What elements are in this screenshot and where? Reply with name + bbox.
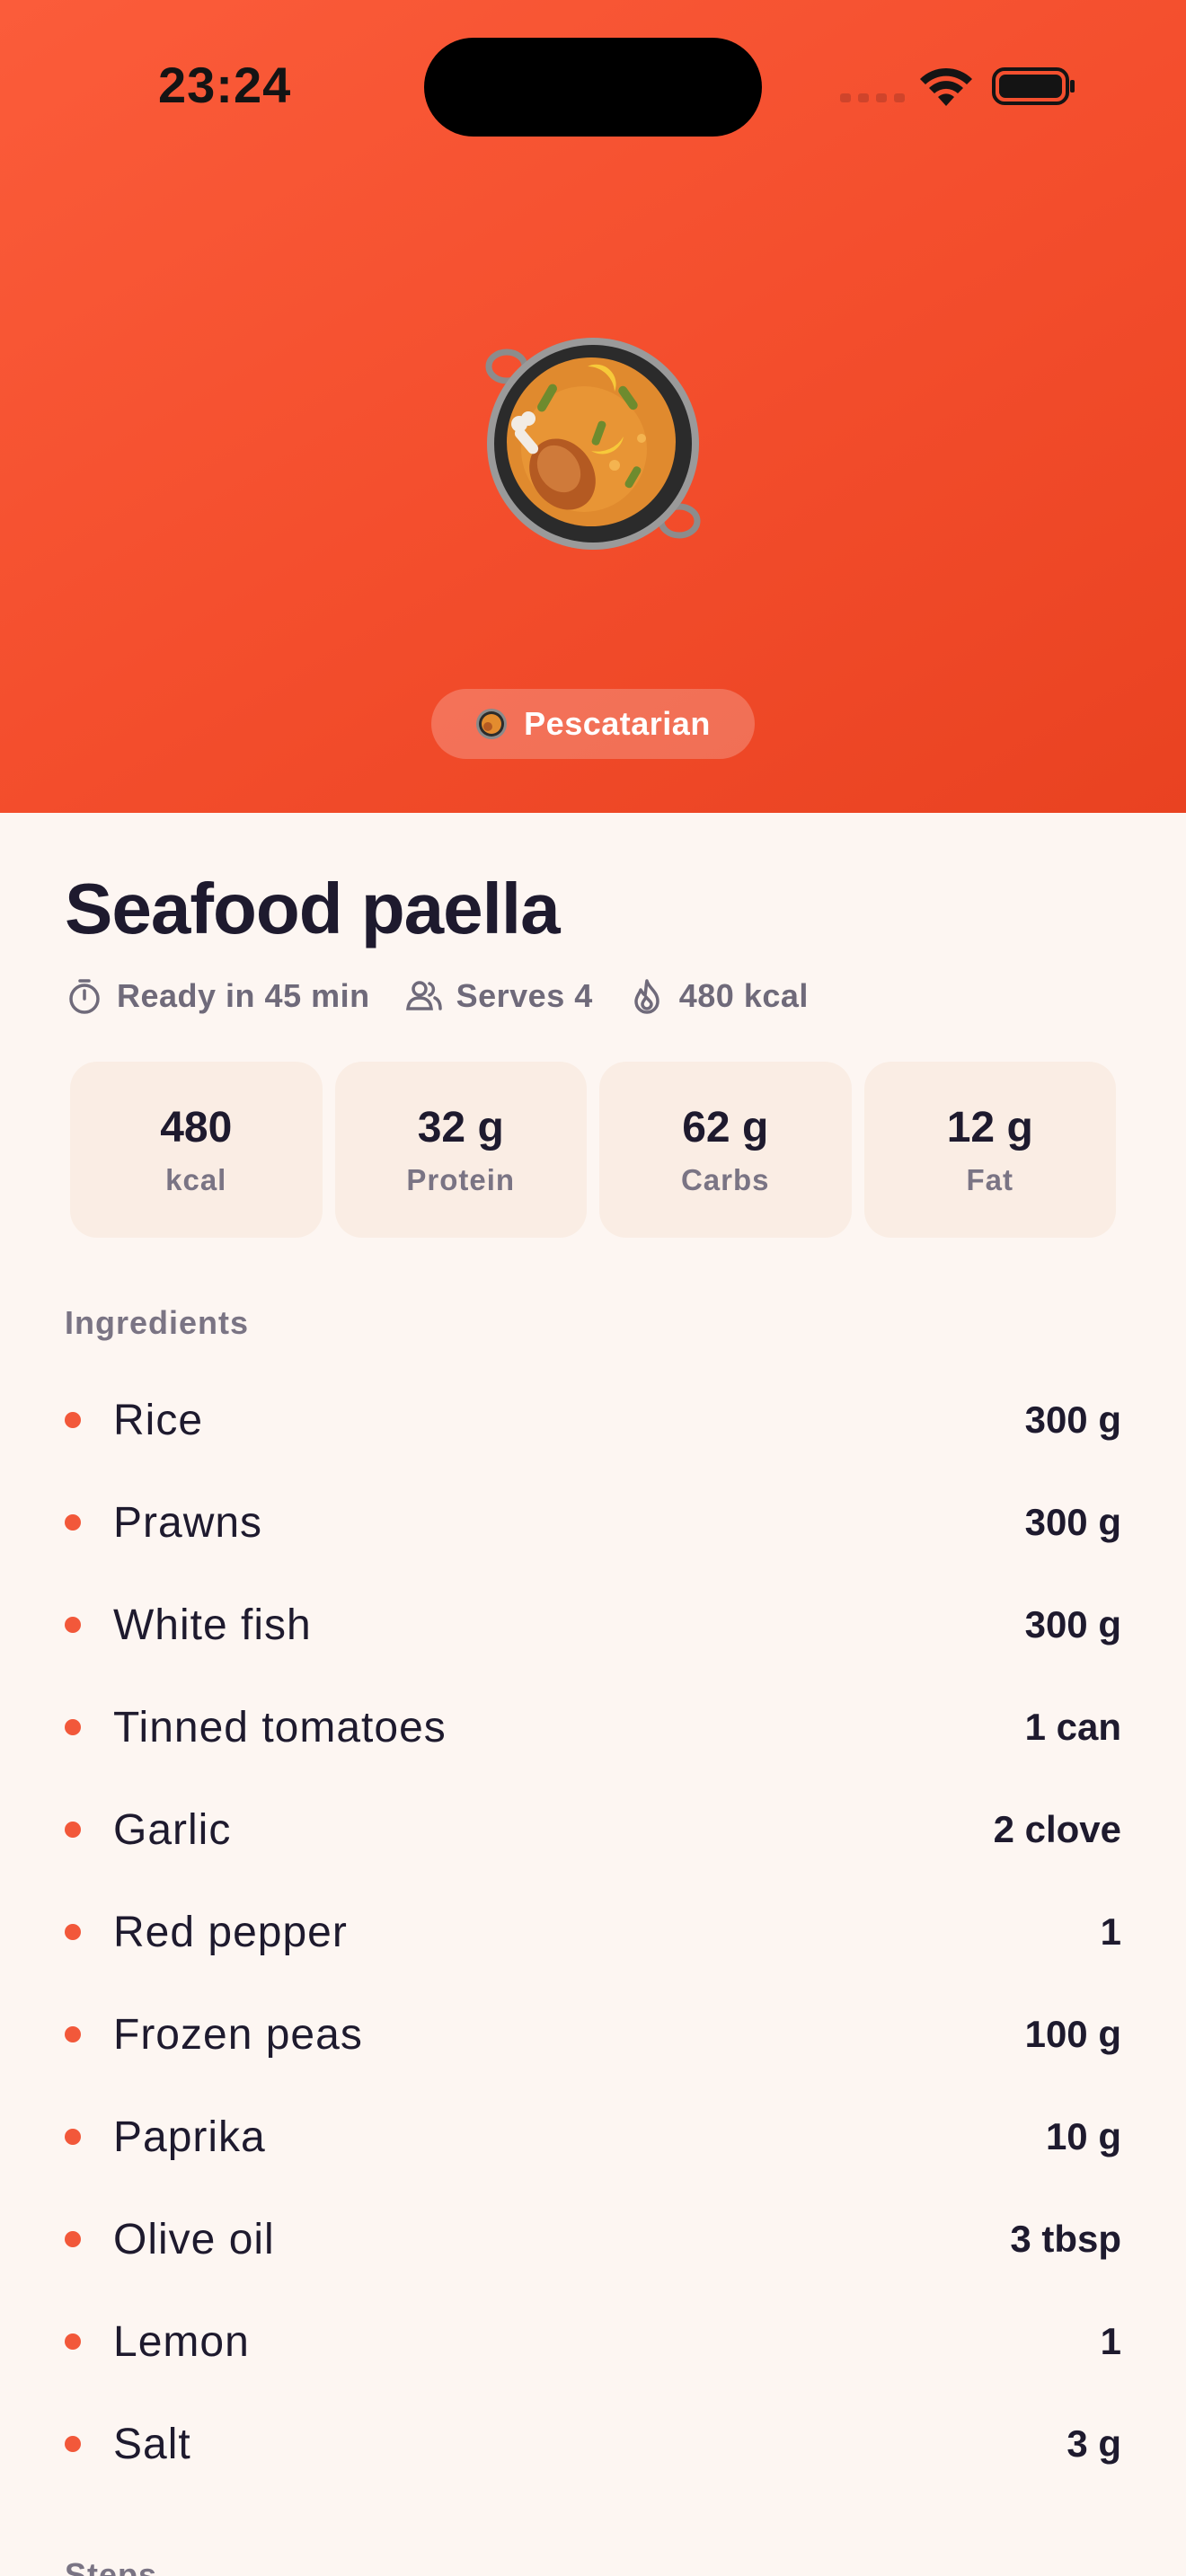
flame-icon — [634, 979, 659, 1014]
ingredient-quantity: 3 tbsp — [1010, 2218, 1121, 2260]
bullet-dot — [65, 1514, 81, 1531]
ingredient-row: Red pepper 1 — [65, 1881, 1121, 1983]
ingredient-name: Tinned tomatoes — [113, 1703, 447, 1751]
ingredient-name: Rice — [113, 1396, 204, 1444]
steps-heading: Steps — [65, 2556, 158, 2576]
macro-card-protein: 32 g Protein — [334, 1062, 587, 1238]
bullet-dot — [65, 1924, 81, 1940]
ingredient-name: Frozen peas — [113, 2010, 363, 2059]
ingredient-row: Prawns 300 g — [65, 1471, 1121, 1574]
ingredient-name: Salt — [113, 2420, 191, 2468]
ingredient-row: Tinned tomatoes 1 can — [65, 1676, 1121, 1778]
macro-card-kcal: 480 kcal — [70, 1062, 323, 1238]
ingredient-quantity: 300 g — [1024, 1398, 1121, 1441]
macro-value: 480 — [160, 1103, 233, 1151]
ingredient-name: Red pepper — [113, 1908, 348, 1956]
bullet-dot — [65, 2129, 81, 2145]
paella-pan-icon — [485, 338, 701, 550]
recipe-hero: 23:24 Pescatarian — [0, 0, 1186, 813]
battery-icon — [992, 67, 1075, 105]
ingredient-name: Garlic — [113, 1805, 232, 1854]
ingredient-row: Olive oil 3 tbsp — [65, 2188, 1121, 2290]
ingredient-quantity: 100 g — [1024, 2013, 1121, 2055]
dynamic-island — [424, 38, 762, 137]
recipe-meta: Ready in 45 min Serves 4 480 kcal — [65, 972, 809, 1020]
ready-time: Ready in 45 min — [65, 976, 370, 1016]
servings-label: Serves 4 — [456, 977, 593, 1014]
macro-card-fat: 12 g Fat — [863, 1062, 1116, 1238]
servings: Serves 4 — [404, 976, 593, 1016]
ingredient-name: Olive oil — [113, 2215, 275, 2263]
macro-label: Carbs — [680, 1162, 770, 1196]
macro-value: 32 g — [417, 1103, 504, 1151]
diet-badge: Pescatarian — [431, 689, 755, 759]
ingredient-name: Prawns — [113, 1498, 263, 1547]
bullet-dot — [65, 2436, 81, 2452]
macro-label: Fat — [966, 1162, 1013, 1196]
bullet-dot — [65, 2333, 81, 2350]
ingredient-list: Rice 300 g Prawns 300 g White fish 300 g… — [65, 1369, 1121, 2495]
ready-time-label: Ready in 45 min — [117, 977, 370, 1014]
ingredient-row: White fish 300 g — [65, 1574, 1121, 1676]
ingredient-quantity: 300 g — [1024, 1603, 1121, 1645]
paella-pan-icon — [476, 709, 508, 739]
diet-label: Pescatarian — [524, 705, 711, 742]
ingredient-row: Frozen peas 100 g — [65, 1983, 1121, 2086]
ingredient-name: White fish — [113, 1601, 312, 1649]
ingredient-row: Rice 300 g — [65, 1369, 1121, 1471]
macro-label: Protein — [406, 1162, 516, 1196]
recipe-title: Seafood paella — [65, 869, 561, 948]
ingredient-quantity: 2 clove — [993, 1808, 1121, 1850]
ingredient-row: Lemon 1 — [65, 2290, 1121, 2393]
macro-label: kcal — [165, 1162, 227, 1196]
calories-label: 480 kcal — [678, 977, 809, 1014]
calories: 480 kcal — [627, 976, 809, 1016]
bullet-dot — [65, 2026, 81, 2042]
cellular-signal-icon — [840, 93, 905, 102]
ingredient-name: Paprika — [113, 2113, 266, 2161]
ingredient-row: Salt 3 g — [65, 2393, 1121, 2495]
people-icon — [405, 981, 442, 1010]
macro-value: 62 g — [682, 1103, 769, 1151]
status-time: 23:24 — [158, 57, 292, 113]
ingredient-quantity: 3 g — [1067, 2422, 1121, 2465]
macro-value: 12 g — [946, 1103, 1033, 1151]
ingredient-quantity: 1 — [1100, 1910, 1121, 1953]
ingredient-row: Paprika 10 g — [65, 2086, 1121, 2188]
ingredient-quantity: 300 g — [1024, 1501, 1121, 1543]
bullet-dot — [65, 1617, 81, 1633]
ingredient-quantity: 1 — [1100, 2320, 1121, 2362]
stopwatch-icon — [69, 979, 100, 1014]
macro-card-carbs: 62 g Carbs — [599, 1062, 852, 1238]
ingredient-row: Garlic 2 clove — [65, 1778, 1121, 1881]
bullet-dot — [65, 1412, 81, 1428]
ingredient-name: Lemon — [113, 2317, 250, 2366]
ingredients-heading: Ingredients — [65, 1304, 250, 1341]
macro-cards: 480 kcal 32 g Protein 62 g Carbs 12 g Fa… — [70, 1062, 1116, 1238]
ingredient-quantity: 10 g — [1045, 2115, 1121, 2157]
bullet-dot — [65, 1719, 81, 1735]
wifi-icon — [920, 67, 972, 106]
bullet-dot — [65, 2231, 81, 2247]
ingredient-quantity: 1 can — [1024, 1706, 1121, 1748]
bullet-dot — [65, 1822, 81, 1838]
